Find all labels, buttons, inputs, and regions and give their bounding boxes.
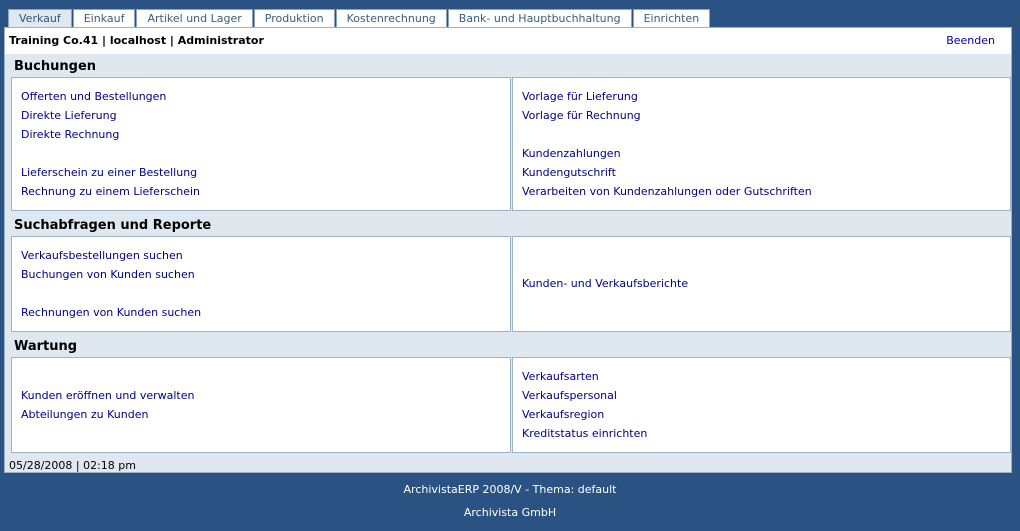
suche-left-panel: Verkaufsbestellungen suchen Buchungen vo… [11, 236, 511, 332]
tab-einkauf[interactable]: Einkauf [72, 9, 136, 27]
footer-version: ArchivistaERP 2008/V - Thema: default [403, 483, 617, 496]
header-bar: Training Co.41 | localhost | Administrat… [5, 28, 1011, 54]
link-kundengutschrift[interactable]: Kundengutschrift [522, 166, 616, 179]
tab-artikel-und-lager[interactable]: Artikel und Lager [136, 9, 253, 27]
link-kunden-eroeffnen[interactable]: Kunden eröffnen und verwalten [21, 389, 194, 402]
main-panel: Training Co.41 | localhost | Administrat… [4, 27, 1012, 473]
logout-link[interactable]: Beenden [946, 34, 995, 47]
section-title-wartung: Wartung [14, 339, 78, 354]
link-kunden-verkaufsberichte[interactable]: Kunden- und Verkaufsberichte [522, 277, 688, 290]
tab-kostenrechnung[interactable]: Kostenrechnung [335, 9, 447, 27]
buchungen-right-panel: Vorlage für Lieferung Vorlage für Rechnu… [512, 77, 1011, 211]
tab-produktion[interactable]: Produktion [253, 9, 335, 27]
link-rechnungen-kunden-suchen[interactable]: Rechnungen von Kunden suchen [21, 306, 201, 319]
link-verkaufspersonal[interactable]: Verkaufspersonal [522, 389, 617, 402]
link-verkaufsbestellungen-suchen[interactable]: Verkaufsbestellungen suchen [21, 249, 183, 262]
link-kundenzahlungen[interactable]: Kundenzahlungen [522, 147, 621, 160]
module-tabs: Verkauf Einkauf Artikel und Lager Produk… [8, 9, 711, 27]
link-verkaufsregion[interactable]: Verkaufsregion [522, 408, 604, 421]
section-title-buchungen: Buchungen [14, 59, 97, 74]
link-abteilungen-kunden[interactable]: Abteilungen zu Kunden [21, 408, 148, 421]
buchungen-left-panel: Offerten und Bestellungen Direkte Liefer… [11, 77, 511, 211]
suche-right-panel: Kunden- und Verkaufsberichte [512, 236, 1011, 332]
link-vorlage-lieferung[interactable]: Vorlage für Lieferung [522, 90, 638, 103]
tab-verkauf[interactable]: Verkauf [8, 9, 72, 27]
link-direkte-lieferung[interactable]: Direkte Lieferung [21, 109, 117, 122]
status-datetime: 05/28/2008 | 02:18 pm [9, 459, 136, 472]
tab-bank-und-hauptbuchhaltung[interactable]: Bank- und Hauptbuchhaltung [447, 9, 632, 27]
link-rechnung-zu-lieferschein[interactable]: Rechnung zu einem Lieferschein [21, 185, 200, 198]
footer-company: Archivista GmbH [463, 506, 557, 519]
wartung-right-panel: Verkaufsarten Verkaufspersonal Verkaufsr… [512, 357, 1011, 453]
section-title-suchabfragen: Suchabfragen und Reporte [14, 218, 212, 233]
company-info: Training Co.41 | localhost | Administrat… [9, 34, 264, 47]
link-offerten-und-bestellungen[interactable]: Offerten und Bestellungen [21, 90, 166, 103]
link-verkaufsarten[interactable]: Verkaufsarten [522, 370, 599, 383]
wartung-left-panel: Kunden eröffnen und verwalten Abteilunge… [11, 357, 511, 453]
link-lieferschein-zu-bestellung[interactable]: Lieferschein zu einer Bestellung [21, 166, 197, 179]
link-vorlage-rechnung[interactable]: Vorlage für Rechnung [522, 109, 641, 122]
tab-einrichten[interactable]: Einrichten [632, 9, 711, 27]
link-direkte-rechnung[interactable]: Direkte Rechnung [21, 128, 119, 141]
link-kreditstatus[interactable]: Kreditstatus einrichten [522, 427, 647, 440]
link-verarbeiten-kundenzahlungen[interactable]: Verarbeiten von Kundenzahlungen oder Gut… [522, 185, 812, 198]
link-buchungen-kunden-suchen[interactable]: Buchungen von Kunden suchen [21, 268, 195, 281]
